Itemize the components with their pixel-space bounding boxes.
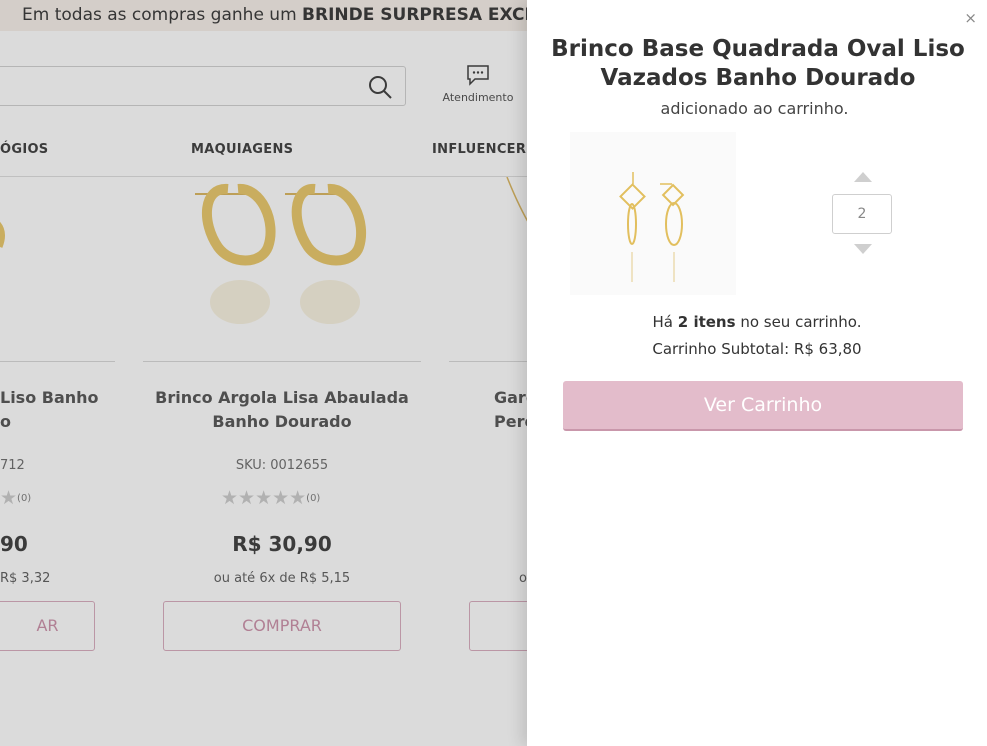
product-title: Brinco Base Quadrada Oval Liso Vazados B…	[551, 36, 965, 91]
cart-added-modal: × Brinco Base Quadrada Oval Liso Vazados…	[527, 0, 987, 746]
product-thumbnail	[570, 132, 736, 295]
close-icon[interactable]: ×	[964, 11, 977, 26]
quantity-increase-icon[interactable]	[854, 172, 872, 182]
cart-subtotal: Carrinho Subtotal: R$ 63,80	[652, 340, 862, 358]
view-cart-button[interactable]: Ver Carrinho	[563, 381, 963, 431]
cart-summary: Há 2 itens no seu carrinho. Carrinho Sub…	[527, 309, 987, 363]
quantity-decrease-icon[interactable]	[854, 244, 872, 254]
quantity-input[interactable]	[832, 194, 892, 234]
earring-image	[619, 172, 685, 282]
cart-count-line: Há 2 itens no seu carrinho.	[652, 313, 862, 331]
added-message: adicionado ao carrinho.	[660, 99, 849, 118]
